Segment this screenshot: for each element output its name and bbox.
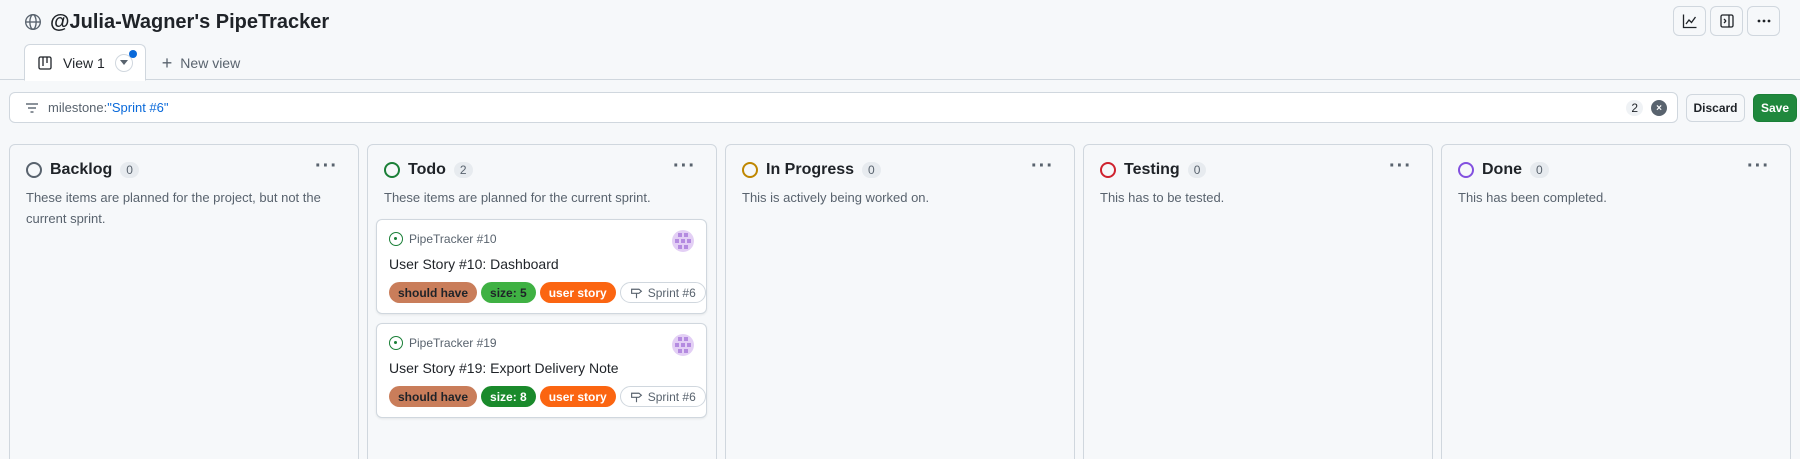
- identicon-icon: [675, 337, 691, 353]
- label-size[interactable]: size: 8: [481, 386, 536, 407]
- column-header: In Progress 0: [742, 159, 881, 181]
- label-should-have[interactable]: should have: [389, 386, 478, 407]
- column-description: This is actively being worked on.: [742, 190, 930, 205]
- kebab-horizontal-icon: ···: [315, 155, 338, 177]
- column-description: This has to be tested.: [1100, 190, 1225, 205]
- avatar[interactable]: [672, 334, 694, 356]
- column-menu-button[interactable]: ···: [1747, 155, 1770, 178]
- title-row: @Julia-Wagner's PipeTracker: [24, 8, 329, 36]
- column-menu-button[interactable]: ···: [673, 155, 696, 178]
- filter-query: milestone:"Sprint #6": [48, 100, 169, 115]
- status-circle-icon: [384, 162, 400, 178]
- label-user-story[interactable]: user story: [539, 386, 616, 407]
- filter-key: milestone:: [48, 100, 108, 115]
- project-title: @Julia-Wagner's PipeTracker: [50, 10, 330, 33]
- project-header: @Julia-Wagner's PipeTracker View 1 + New…: [0, 0, 1800, 81]
- column-header: Todo 2: [384, 159, 473, 181]
- milestone-label: Sprint #6: [647, 389, 696, 404]
- unsaved-changes-dot: [128, 49, 137, 58]
- top-actions: [1673, 6, 1780, 36]
- column-count: 0: [862, 162, 881, 178]
- filter-result-count: 2: [1626, 100, 1643, 116]
- status-circle-icon: [1100, 162, 1116, 178]
- kebab-horizontal-icon: ···: [1389, 155, 1412, 177]
- identicon-icon: [675, 233, 691, 249]
- tab-options-button[interactable]: [114, 49, 137, 72]
- column-header: Backlog 0: [26, 159, 139, 181]
- more-options-button[interactable]: [1747, 6, 1780, 36]
- save-button[interactable]: Save: [1753, 94, 1797, 122]
- milestone-token[interactable]: Sprint #6: [619, 386, 706, 407]
- tab-label: View 1: [63, 54, 105, 71]
- column-name: Testing: [1124, 161, 1180, 178]
- card-ref-text: PipeTracker #10: [409, 232, 497, 246]
- status-circle-icon: [26, 162, 42, 178]
- chevron-down-icon: [119, 60, 128, 65]
- column-count: 2: [453, 162, 473, 178]
- new-view-button[interactable]: + New view: [146, 44, 252, 81]
- filter-value: "Sprint #6": [107, 100, 169, 115]
- insights-button[interactable]: [1673, 6, 1706, 36]
- clear-filter-button[interactable]: ×: [1651, 100, 1667, 116]
- milestone-icon: [630, 392, 642, 403]
- column-count: 0: [1187, 162, 1207, 178]
- card-ref-text: PipeTracker #19: [409, 336, 497, 350]
- avatar[interactable]: [672, 230, 694, 252]
- status-circle-icon: [742, 162, 758, 178]
- milestone-token[interactable]: Sprint #6: [619, 282, 706, 303]
- column-done: Done 0 ··· This has been completed.: [1441, 144, 1791, 459]
- issue-opened-icon: [389, 232, 403, 246]
- column-in-progress: In Progress 0 ··· This is actively being…: [725, 144, 1075, 459]
- column-count: 0: [1530, 162, 1549, 178]
- label-size[interactable]: size: 5: [481, 282, 536, 303]
- column-name: Done: [1482, 161, 1522, 178]
- kebab-horizontal-icon: ···: [673, 155, 696, 177]
- card-labels: should have size: 8 user story Sprint #6: [389, 386, 706, 407]
- column-name: Todo: [408, 161, 446, 178]
- card-labels: should have size: 5 user story Sprint #6: [389, 282, 706, 303]
- milestone-label: Sprint #6: [647, 285, 696, 300]
- side-panel-button[interactable]: [1710, 6, 1743, 36]
- kebab-horizontal-icon: [1757, 19, 1770, 23]
- status-circle-icon: [1458, 162, 1474, 178]
- column-description: These items are planned for the project,…: [26, 190, 321, 226]
- tab-view-1[interactable]: View 1: [24, 44, 146, 81]
- column-header: Done 0: [1458, 159, 1549, 181]
- milestone-icon: [630, 288, 642, 299]
- column-header: Testing 0: [1100, 159, 1207, 181]
- view-tabs: View 1 + New view: [24, 44, 252, 81]
- plus-icon: +: [161, 52, 173, 73]
- column-backlog: Backlog 0 ··· These items are planned fo…: [9, 144, 359, 459]
- card-title[interactable]: User Story #19: Export Delivery Note: [389, 360, 619, 376]
- card-reference[interactable]: PipeTracker #10: [389, 232, 497, 246]
- label-should-have[interactable]: should have: [389, 282, 478, 303]
- issue-card[interactable]: PipeTracker #19 User Story #19: Export D…: [376, 323, 707, 418]
- column-menu-button[interactable]: ···: [1389, 155, 1412, 178]
- filter-icon: [26, 102, 38, 113]
- discard-button[interactable]: Discard: [1686, 94, 1745, 122]
- column-description: This has been completed.: [1458, 190, 1607, 205]
- board-icon: [38, 55, 52, 70]
- card-title[interactable]: User Story #10: Dashboard: [389, 256, 559, 272]
- column-todo: Todo 2 ··· These items are planned for t…: [367, 144, 717, 459]
- sidebar-panel-icon: [1719, 14, 1734, 28]
- issue-card[interactable]: PipeTracker #10 User Story #10: Dashboar…: [376, 219, 707, 314]
- close-icon: ×: [1656, 102, 1662, 114]
- column-count: 0: [120, 162, 139, 178]
- column-name: In Progress: [766, 161, 855, 178]
- column-name: Backlog: [50, 161, 113, 178]
- column-description: These items are planned for the current …: [384, 190, 651, 205]
- issue-opened-icon: [389, 336, 403, 350]
- kebab-horizontal-icon: ···: [1747, 155, 1770, 177]
- kebab-horizontal-icon: ···: [1031, 155, 1054, 177]
- column-menu-button[interactable]: ···: [315, 155, 338, 178]
- filter-input[interactable]: milestone:"Sprint #6" 2 ×: [9, 92, 1678, 123]
- new-view-label: New view: [180, 54, 241, 71]
- label-user-story[interactable]: user story: [539, 282, 616, 303]
- column-testing: Testing 0 ··· This has to be tested.: [1083, 144, 1433, 459]
- insights-icon: [1682, 14, 1696, 29]
- card-reference[interactable]: PipeTracker #19: [389, 336, 497, 350]
- globe-icon: [25, 14, 41, 30]
- column-menu-button[interactable]: ···: [1031, 155, 1054, 178]
